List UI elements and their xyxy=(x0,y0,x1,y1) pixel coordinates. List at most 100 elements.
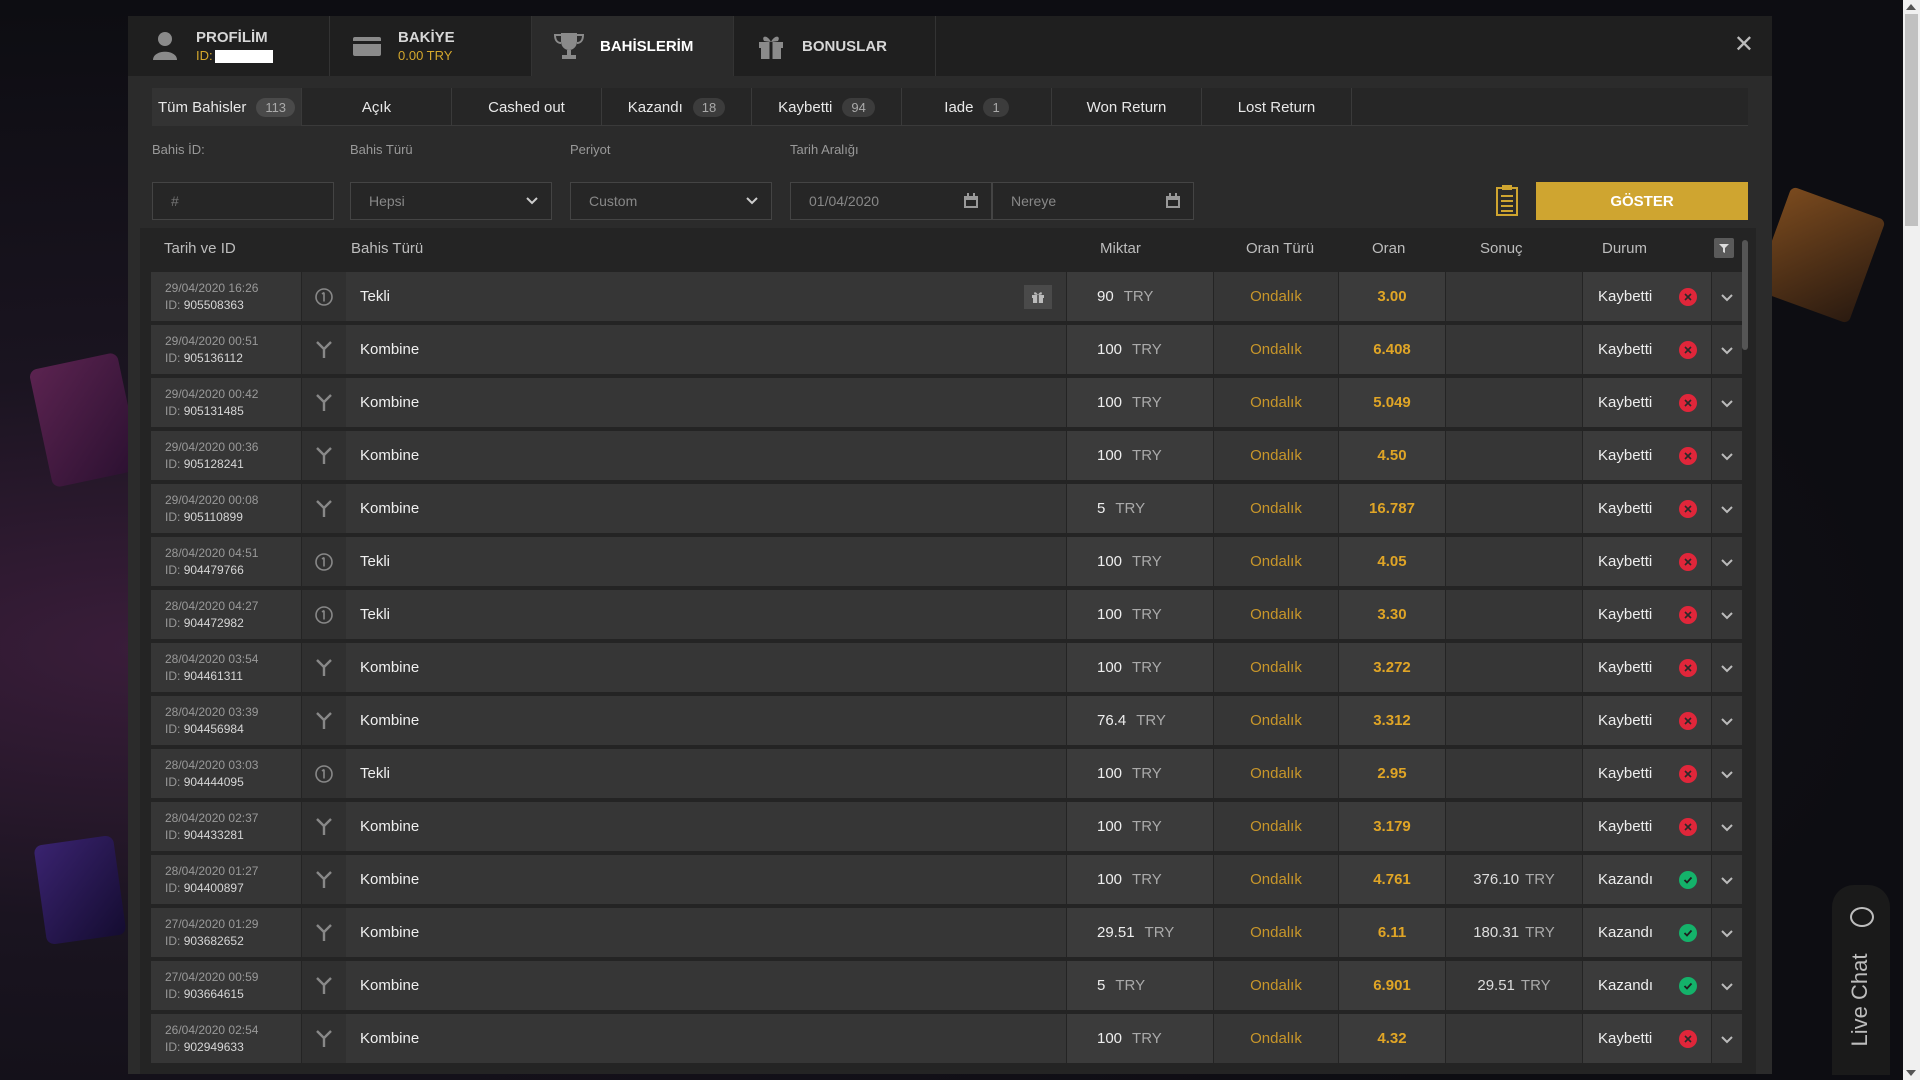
nav-my-bets[interactable]: BAHİSLERİM xyxy=(532,16,734,76)
table-row[interactable]: 29/04/2020 00:36 ID: 905128241 Kombine 100 T… xyxy=(151,431,1749,480)
table-row[interactable]: 29/04/2020 16:26 ID: 905508363 Tekli 90 TRY O… xyxy=(151,272,1749,321)
bet-type: Kombine xyxy=(360,977,420,994)
currency: TRY xyxy=(1132,659,1162,676)
scroll-down-arrow[interactable] xyxy=(1906,1070,1916,1076)
table-row[interactable]: 27/04/2020 00:59 ID: 903664615 Kombine 5 TRY… xyxy=(151,961,1749,1010)
chevron-down-icon[interactable] xyxy=(1712,1014,1742,1063)
odd-type: Ondalık xyxy=(1214,908,1338,957)
chevron-down-icon[interactable] xyxy=(1712,537,1742,586)
chevron-down-icon[interactable] xyxy=(1712,431,1742,480)
table-row[interactable]: 28/04/2020 03:39 ID: 904456984 Kombine 76.4… xyxy=(151,696,1749,745)
chevron-down-icon[interactable] xyxy=(1712,643,1742,692)
tab-0[interactable]: Tüm Bahisler 113 xyxy=(152,88,302,126)
odd-type: Ondalık xyxy=(1214,378,1338,427)
odd-type: Ondalık xyxy=(1214,961,1338,1010)
table-row[interactable]: 28/04/2020 03:54 ID: 904461311 Kombine 100 T… xyxy=(151,643,1749,692)
page-scrollbar[interactable] xyxy=(1903,0,1920,1080)
bet-type-select[interactable]: Hepsi xyxy=(350,182,552,220)
single-bet-icon xyxy=(302,272,346,321)
column-filter-button[interactable] xyxy=(1714,238,1734,258)
bet-id: ID: 904444095 xyxy=(165,775,244,789)
bet-id: ID: 902949633 xyxy=(165,1040,244,1054)
table-row[interactable]: 28/04/2020 04:27 ID: 904472982 Tekli 100 TRY… xyxy=(151,590,1749,639)
table-row[interactable]: 28/04/2020 02:37 ID: 904433281 Kombine 100 T… xyxy=(151,802,1749,851)
status-cell: Kaybetti xyxy=(1583,696,1711,745)
table-row[interactable]: 29/04/2020 00:08 ID: 905110899 Kombine 5 TRY… xyxy=(151,484,1749,533)
status-cell: Kaybetti xyxy=(1583,537,1711,586)
bet-amount-cell: 29.51 TRY xyxy=(1067,908,1213,957)
account-nav: PROFİLİM ID: BAKİYE 0.00 TRY BAHİSLERİM xyxy=(128,16,1772,76)
scroll-thumb[interactable] xyxy=(1905,14,1918,226)
period-select[interactable]: Custom xyxy=(570,182,772,220)
chevron-down-icon[interactable] xyxy=(1712,749,1742,798)
tab-3[interactable]: Kazandı 18 xyxy=(602,88,752,126)
nav-profile-title: PROFİLİM xyxy=(196,28,268,46)
nav-bonuses[interactable]: BONUSLAR xyxy=(734,16,936,76)
bet-type-cell: Kombine xyxy=(346,908,1066,957)
bet-amount: 100 xyxy=(1097,1030,1123,1047)
odd-type: Ondalık xyxy=(1214,855,1338,904)
chevron-down-icon[interactable] xyxy=(1712,378,1742,427)
bet-id: ID: 904479766 xyxy=(165,563,244,577)
combo-bet-icon xyxy=(302,855,346,904)
chevron-down-icon[interactable] xyxy=(1712,855,1742,904)
chevron-down-icon[interactable] xyxy=(1712,590,1742,639)
combo-bet-icon xyxy=(302,643,346,692)
chevron-down-icon[interactable] xyxy=(1712,484,1742,533)
scroll-up-arrow[interactable] xyxy=(1906,4,1916,10)
chevron-down-icon[interactable] xyxy=(1712,802,1742,851)
currency: TRY xyxy=(1132,818,1162,835)
chevron-down-icon[interactable] xyxy=(1712,325,1742,374)
status-cell: Kaybetti xyxy=(1583,643,1711,692)
background-gift-decoration xyxy=(33,834,127,946)
bet-date: 28/04/2020 03:03 xyxy=(165,758,259,772)
bet-type-cell: Tekli xyxy=(346,537,1066,586)
date-from-input[interactable]: 01/04/2020 xyxy=(790,182,992,220)
chevron-down-icon[interactable] xyxy=(1712,696,1742,745)
table-row[interactable]: 28/04/2020 04:51 ID: 904479766 Tekli 100 TRY… xyxy=(151,537,1749,586)
tab-2[interactable]: Cashed out xyxy=(452,88,602,126)
x-circle-icon xyxy=(1679,447,1697,465)
period-value: Custom xyxy=(589,193,638,209)
bet-type: Kombine xyxy=(360,871,420,888)
tab-1[interactable]: Açık xyxy=(302,88,452,126)
live-chat-button[interactable]: Live Chat xyxy=(1832,885,1890,1075)
bet-type: Kombine xyxy=(360,394,420,411)
chevron-down-icon[interactable] xyxy=(1712,272,1742,321)
result-cell: 29.51 TRY xyxy=(1446,961,1582,1010)
status-cell: Kaybetti xyxy=(1583,749,1711,798)
tab-5[interactable]: Iade 1 xyxy=(902,88,1052,126)
nav-balance[interactable]: BAKİYE 0.00 TRY xyxy=(330,16,532,76)
table-row[interactable]: 27/04/2020 01:29 ID: 903682652 Kombine 29.5… xyxy=(151,908,1749,957)
table-row[interactable]: 29/04/2020 00:42 ID: 905131485 Kombine 100 T… xyxy=(151,378,1749,427)
bet-type-cell: Kombine xyxy=(346,325,1066,374)
chevron-down-icon[interactable] xyxy=(1712,908,1742,957)
chevron-down-icon xyxy=(526,197,538,205)
bet-date-cell: 28/04/2020 03:54 ID: 904461311 xyxy=(151,643,301,692)
status-cell: Kaybetti xyxy=(1583,484,1711,533)
close-icon[interactable]: ✕ xyxy=(1734,33,1754,57)
table-row[interactable]: 28/04/2020 03:03 ID: 904444095 Tekli 100 TRY… xyxy=(151,749,1749,798)
status-cell: Kaybetti xyxy=(1583,590,1711,639)
bet-amount: 5 xyxy=(1097,977,1106,994)
chevron-down-icon[interactable] xyxy=(1712,961,1742,1010)
date-to-input[interactable]: Nereye xyxy=(992,182,1194,220)
show-button[interactable]: GÖSTER xyxy=(1536,182,1748,220)
gift-icon[interactable] xyxy=(1024,285,1052,309)
tab-4[interactable]: Kaybetti 94 xyxy=(752,88,902,126)
table-row[interactable]: 29/04/2020 00:51 ID: 905136112 Kombine 100 T… xyxy=(151,325,1749,374)
status-text: Kazandı xyxy=(1598,871,1654,888)
nav-profile[interactable]: PROFİLİM ID: xyxy=(128,16,330,76)
table-row[interactable]: 26/04/2020 02:54 ID: 902949633 Kombine 100 T… xyxy=(151,1014,1749,1063)
table-scrollbar[interactable] xyxy=(1742,240,1748,350)
tab-6[interactable]: Won Return xyxy=(1052,88,1202,126)
tab-7[interactable]: Lost Return xyxy=(1202,88,1352,126)
status-cell: Kaybetti xyxy=(1583,272,1711,321)
bet-type: Kombine xyxy=(360,712,420,729)
clipboard-icon[interactable] xyxy=(1496,184,1518,216)
header-odd: Oran xyxy=(1372,240,1406,257)
tab-count-badge: 94 xyxy=(842,97,875,117)
bet-id-input[interactable] xyxy=(152,182,334,220)
bet-type-cell: Kombine xyxy=(346,802,1066,851)
table-row[interactable]: 28/04/2020 01:27 ID: 904400897 Kombine 100 T… xyxy=(151,855,1749,904)
